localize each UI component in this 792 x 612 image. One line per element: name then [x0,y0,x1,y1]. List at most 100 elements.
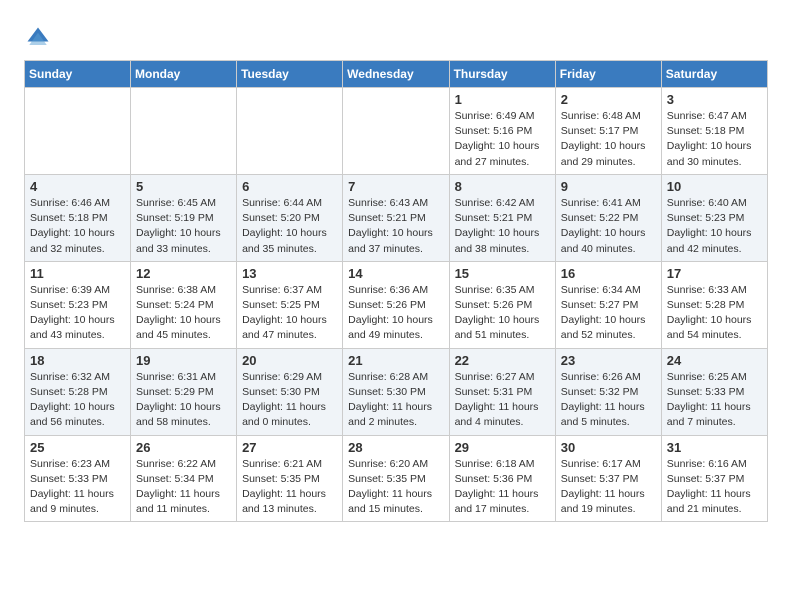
day-number: 23 [561,353,656,368]
weekday-header-sunday: Sunday [25,61,131,88]
calendar-cell: 4 Sunrise: 6:46 AMSunset: 5:18 PMDaylight… [25,174,131,261]
day-number: 15 [455,266,550,281]
calendar-cell: 2 Sunrise: 6:48 AMSunset: 5:17 PMDaylight… [555,88,661,175]
calendar-cell: 28 Sunrise: 6:20 AMSunset: 5:35 PMDayligh… [343,435,449,522]
day-number: 21 [348,353,443,368]
calendar-cell: 17 Sunrise: 6:33 AMSunset: 5:28 PMDayligh… [661,261,767,348]
page-header [24,20,768,52]
day-number: 5 [136,179,231,194]
day-number: 30 [561,440,656,455]
calendar-cell: 7 Sunrise: 6:43 AMSunset: 5:21 PMDaylight… [343,174,449,261]
calendar-row-5: 25 Sunrise: 6:23 AMSunset: 5:33 PMDayligh… [25,435,768,522]
day-number: 31 [667,440,762,455]
day-info: Sunrise: 6:31 AMSunset: 5:29 PMDaylight:… [136,370,231,431]
day-info: Sunrise: 6:26 AMSunset: 5:32 PMDaylight:… [561,370,656,431]
day-number: 11 [30,266,125,281]
weekday-header-monday: Monday [131,61,237,88]
day-number: 20 [242,353,337,368]
calendar-cell: 22 Sunrise: 6:27 AMSunset: 5:31 PMDayligh… [449,348,555,435]
day-info: Sunrise: 6:43 AMSunset: 5:21 PMDaylight:… [348,196,443,257]
calendar-cell: 21 Sunrise: 6:28 AMSunset: 5:30 PMDayligh… [343,348,449,435]
weekday-header-wednesday: Wednesday [343,61,449,88]
logo [24,24,56,52]
day-info: Sunrise: 6:32 AMSunset: 5:28 PMDaylight:… [30,370,125,431]
calendar-cell: 14Sunrise: 6:36 AMSunset: 5:26 PMDayligh… [343,261,449,348]
calendar-cell: 19 Sunrise: 6:31 AMSunset: 5:29 PMDayligh… [131,348,237,435]
calendar-cell [343,88,449,175]
day-info: Sunrise: 6:35 AMSunset: 5:26 PMDaylight:… [455,283,550,344]
calendar-cell: 25 Sunrise: 6:23 AMSunset: 5:33 PMDayligh… [25,435,131,522]
day-number: 8 [455,179,550,194]
calendar-cell: 23 Sunrise: 6:26 AMSunset: 5:32 PMDayligh… [555,348,661,435]
day-number: 3 [667,92,762,107]
calendar-cell: 9Sunrise: 6:41 AMSunset: 5:22 PMDaylight… [555,174,661,261]
day-info: Sunrise: 6:46 AMSunset: 5:18 PMDaylight:… [30,196,125,257]
weekday-header-friday: Friday [555,61,661,88]
day-info: Sunrise: 6:48 AMSunset: 5:17 PMDaylight:… [561,109,656,170]
day-info: Sunrise: 6:36 AMSunset: 5:26 PMDaylight:… [348,283,443,344]
day-number: 26 [136,440,231,455]
calendar-cell: 30 Sunrise: 6:17 AMSunset: 5:37 PMDayligh… [555,435,661,522]
day-info: Sunrise: 6:16 AMSunset: 5:37 PMDaylight:… [667,457,762,518]
day-number: 25 [30,440,125,455]
day-info: Sunrise: 6:47 AMSunset: 5:18 PMDaylight:… [667,109,762,170]
day-number: 19 [136,353,231,368]
calendar-cell [131,88,237,175]
calendar-table: SundayMondayTuesdayWednesdayThursdayFrid… [24,60,768,522]
calendar-cell: 18Sunrise: 6:32 AMSunset: 5:28 PMDayligh… [25,348,131,435]
day-number: 4 [30,179,125,194]
day-info: Sunrise: 6:18 AMSunset: 5:36 PMDaylight:… [455,457,550,518]
calendar-cell: 29 Sunrise: 6:18 AMSunset: 5:36 PMDayligh… [449,435,555,522]
day-number: 16 [561,266,656,281]
calendar-cell: 1Sunrise: 6:49 AMSunset: 5:16 PMDaylight… [449,88,555,175]
day-number: 24 [667,353,762,368]
weekday-header-tuesday: Tuesday [237,61,343,88]
calendar-row-4: 18Sunrise: 6:32 AMSunset: 5:28 PMDayligh… [25,348,768,435]
day-info: Sunrise: 6:22 AMSunset: 5:34 PMDaylight:… [136,457,231,518]
calendar-cell: 31 Sunrise: 6:16 AMSunset: 5:37 PMDayligh… [661,435,767,522]
weekday-header-saturday: Saturday [661,61,767,88]
day-number: 28 [348,440,443,455]
day-number: 12 [136,266,231,281]
day-number: 17 [667,266,762,281]
day-info: Sunrise: 6:37 AMSunset: 5:25 PMDaylight:… [242,283,337,344]
day-number: 13 [242,266,337,281]
day-info: Sunrise: 6:23 AMSunset: 5:33 PMDaylight:… [30,457,125,518]
day-number: 2 [561,92,656,107]
day-info: Sunrise: 6:33 AMSunset: 5:28 PMDaylight:… [667,283,762,344]
calendar-cell: 11Sunrise: 6:39 AMSunset: 5:23 PMDayligh… [25,261,131,348]
calendar-cell: 10Sunrise: 6:40 AMSunset: 5:23 PMDayligh… [661,174,767,261]
calendar-cell: 16 Sunrise: 6:34 AMSunset: 5:27 PMDayligh… [555,261,661,348]
day-info: Sunrise: 6:25 AMSunset: 5:33 PMDaylight:… [667,370,762,431]
day-info: Sunrise: 6:44 AMSunset: 5:20 PMDaylight:… [242,196,337,257]
calendar-cell [237,88,343,175]
calendar-row-3: 11Sunrise: 6:39 AMSunset: 5:23 PMDayligh… [25,261,768,348]
day-info: Sunrise: 6:28 AMSunset: 5:30 PMDaylight:… [348,370,443,431]
calendar-cell: 5Sunrise: 6:45 AMSunset: 5:19 PMDaylight… [131,174,237,261]
day-number: 1 [455,92,550,107]
calendar-cell: 13 Sunrise: 6:37 AMSunset: 5:25 PMDayligh… [237,261,343,348]
day-number: 9 [561,179,656,194]
day-info: Sunrise: 6:42 AMSunset: 5:21 PMDaylight:… [455,196,550,257]
calendar-row-2: 4 Sunrise: 6:46 AMSunset: 5:18 PMDaylight… [25,174,768,261]
day-info: Sunrise: 6:21 AMSunset: 5:35 PMDaylight:… [242,457,337,518]
calendar-cell: 27 Sunrise: 6:21 AMSunset: 5:35 PMDayligh… [237,435,343,522]
day-number: 10 [667,179,762,194]
calendar-cell: 3 Sunrise: 6:47 AMSunset: 5:18 PMDaylight… [661,88,767,175]
day-number: 29 [455,440,550,455]
calendar-cell: 24 Sunrise: 6:25 AMSunset: 5:33 PMDayligh… [661,348,767,435]
weekday-header-thursday: Thursday [449,61,555,88]
calendar-cell: 20 Sunrise: 6:29 AMSunset: 5:30 PMDayligh… [237,348,343,435]
calendar-cell [25,88,131,175]
day-number: 7 [348,179,443,194]
logo-icon [24,24,52,52]
day-info: Sunrise: 6:27 AMSunset: 5:31 PMDaylight:… [455,370,550,431]
day-number: 27 [242,440,337,455]
weekday-header-row: SundayMondayTuesdayWednesdayThursdayFrid… [25,61,768,88]
day-info: Sunrise: 6:29 AMSunset: 5:30 PMDaylight:… [242,370,337,431]
calendar-cell: 26 Sunrise: 6:22 AMSunset: 5:34 PMDayligh… [131,435,237,522]
day-number: 22 [455,353,550,368]
day-info: Sunrise: 6:17 AMSunset: 5:37 PMDaylight:… [561,457,656,518]
day-info: Sunrise: 6:34 AMSunset: 5:27 PMDaylight:… [561,283,656,344]
day-info: Sunrise: 6:20 AMSunset: 5:35 PMDaylight:… [348,457,443,518]
